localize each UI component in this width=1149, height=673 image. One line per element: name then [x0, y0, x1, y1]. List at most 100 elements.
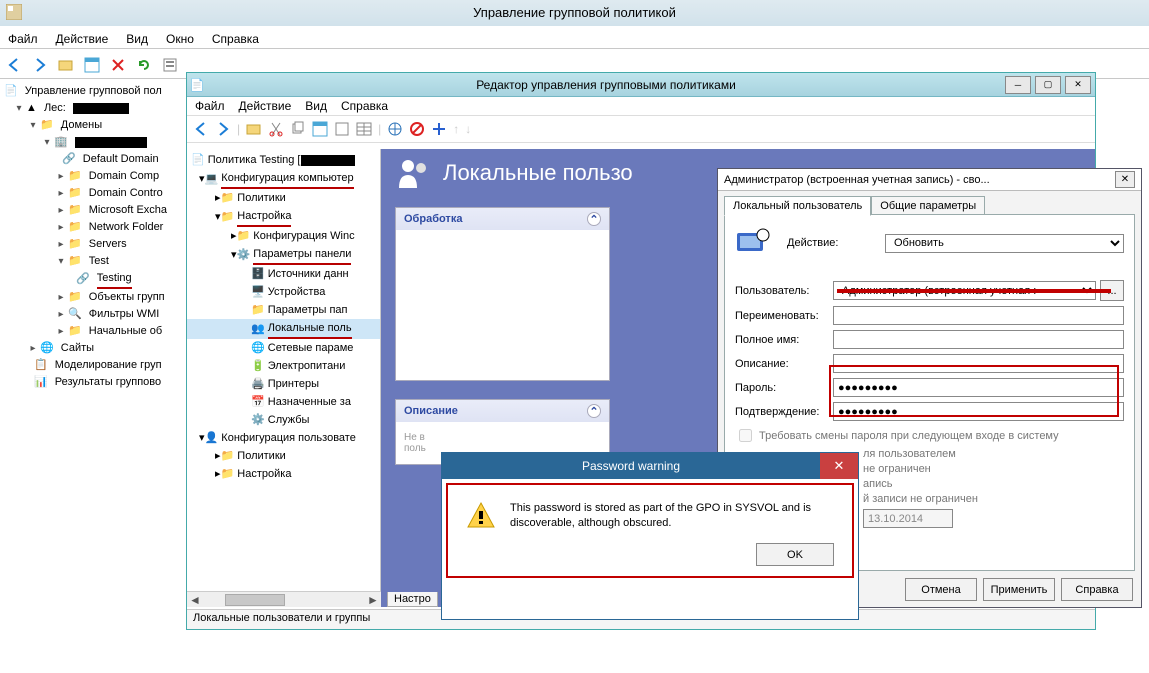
- tree-item[interactable]: Domain Contro: [89, 185, 163, 202]
- tree-item[interactable]: Servers: [89, 236, 127, 253]
- tree-item[interactable]: Начальные об: [89, 323, 162, 340]
- rename-label: Переименовать:: [735, 310, 833, 322]
- user-policies-node[interactable]: Политики: [237, 447, 286, 465]
- bottom-tab[interactable]: Настро: [387, 592, 438, 607]
- datasources-node[interactable]: Источники данн: [268, 265, 349, 283]
- win-conf-node[interactable]: Конфигурация Winc: [253, 227, 354, 245]
- scroll-right-icon[interactable]: ►: [365, 593, 381, 607]
- close-button[interactable]: ✕: [820, 453, 858, 479]
- devices-node[interactable]: Устройства: [268, 283, 326, 301]
- tree-item[interactable]: Domain Comp: [89, 168, 159, 185]
- confirm-password-input[interactable]: [833, 402, 1124, 421]
- assigned-node[interactable]: Назначенные за: [268, 393, 351, 411]
- tree-item[interactable]: Microsoft Excha: [89, 202, 167, 219]
- tree-item[interactable]: Объекты групп: [89, 289, 165, 306]
- cancel-button[interactable]: Отмена: [905, 578, 977, 601]
- gp-menubar[interactable]: Файл Действие Вид Справка: [187, 97, 1095, 115]
- user-settings-node[interactable]: Настройка: [237, 465, 291, 483]
- window-icon[interactable]: [82, 55, 102, 75]
- gpm-tree[interactable]: 📄 Управление групповой пол ▾▲ Лес: ▾📁 До…: [4, 83, 182, 643]
- apply-button[interactable]: Применить: [983, 578, 1055, 601]
- gp-menu-action[interactable]: Действие: [239, 99, 292, 113]
- folder-new-icon[interactable]: [56, 55, 76, 75]
- properties-icon[interactable]: [160, 55, 180, 75]
- close-button[interactable]: ✕: [1115, 171, 1135, 188]
- cut-icon[interactable]: [268, 121, 284, 137]
- menu-file[interactable]: Файл: [6, 30, 40, 48]
- menu-view[interactable]: Вид: [124, 30, 150, 48]
- tree-item-test[interactable]: Test: [89, 253, 109, 270]
- folder-params-node[interactable]: Параметры пап: [268, 301, 348, 319]
- gp-menu-help[interactable]: Справка: [341, 99, 388, 113]
- tree-item[interactable]: Default Domain: [83, 151, 159, 168]
- user-select[interactable]: Администратор (встроенная учетная :: [833, 281, 1096, 300]
- policy-root[interactable]: Политика Testing [: [208, 151, 301, 169]
- sites-icon: 🌐: [40, 340, 54, 357]
- forest-node[interactable]: Лес:: [44, 100, 66, 117]
- help-button[interactable]: Справка: [1061, 578, 1133, 601]
- control-panel-node[interactable]: Параметры панели: [253, 245, 351, 265]
- ok-button[interactable]: OK: [756, 543, 834, 566]
- menu-action[interactable]: Действие: [54, 30, 111, 48]
- tree-h-scrollbar[interactable]: ◄ ►: [187, 591, 381, 607]
- copy-icon[interactable]: [290, 121, 306, 137]
- ou-icon: 📁: [68, 219, 82, 236]
- tab-common[interactable]: Общие параметры: [871, 196, 985, 216]
- collapse-icon[interactable]: ⌃: [587, 212, 601, 226]
- scroll-left-icon[interactable]: ◄: [187, 593, 203, 607]
- refresh-icon[interactable]: [134, 55, 154, 75]
- up-arrow-icon: ↑: [453, 122, 459, 136]
- minimize-button[interactable]: ─: [1005, 76, 1031, 94]
- action-select[interactable]: Обновить: [885, 234, 1124, 253]
- gp-menu-view[interactable]: Вид: [305, 99, 327, 113]
- power-node[interactable]: Электропитани: [268, 357, 346, 375]
- password-input[interactable]: [833, 378, 1124, 397]
- gp-menu-file[interactable]: Файл: [195, 99, 225, 113]
- local-users-node[interactable]: Локальные поль: [268, 319, 352, 339]
- modeling-node[interactable]: Моделирование груп: [55, 357, 162, 374]
- close-button[interactable]: ✕: [1065, 76, 1091, 94]
- menu-help[interactable]: Справка: [210, 30, 261, 48]
- filter-icon: 🔍: [68, 306, 82, 323]
- settings-node[interactable]: Настройка: [237, 207, 291, 227]
- forward-icon[interactable]: [30, 55, 50, 75]
- tree-root[interactable]: Управление групповой пол: [25, 83, 162, 100]
- tree-item-testing[interactable]: Testing: [97, 270, 132, 289]
- scroll-thumb[interactable]: [225, 594, 285, 606]
- props-box-icon[interactable]: [312, 121, 328, 137]
- back-icon[interactable]: [193, 121, 209, 137]
- chk-label-partial: апись: [863, 478, 892, 490]
- rename-input[interactable]: [833, 306, 1124, 325]
- printers-node[interactable]: Принтеры: [268, 375, 319, 393]
- tab-local-user[interactable]: Локальный пользователь: [724, 196, 871, 216]
- main-menubar[interactable]: Файл Действие Вид Окно Справка: [6, 30, 261, 48]
- stop-icon[interactable]: [409, 121, 425, 137]
- folder-icon[interactable]: [246, 121, 262, 137]
- tree-item[interactable]: Фильтры WMI: [89, 306, 160, 323]
- maximize-button[interactable]: ▢: [1035, 76, 1061, 94]
- gp-tree[interactable]: 📄 Политика Testing [ ▾💻 Конфигурация ком…: [187, 149, 381, 607]
- policies-node[interactable]: Политики: [237, 189, 286, 207]
- back-icon[interactable]: [4, 55, 24, 75]
- computer-config-node[interactable]: Конфигурация компьютер: [221, 169, 353, 189]
- table-icon[interactable]: [356, 121, 372, 137]
- sites-node[interactable]: Сайты: [61, 340, 94, 357]
- add-icon[interactable]: [431, 121, 447, 137]
- delete-x-icon[interactable]: [108, 55, 128, 75]
- tree-item[interactable]: Network Folder: [89, 219, 164, 236]
- globe-icon[interactable]: [387, 121, 403, 137]
- results-node[interactable]: Результаты группово: [55, 374, 161, 391]
- desc-input[interactable]: [833, 354, 1124, 373]
- services-node[interactable]: Службы: [268, 411, 310, 429]
- desc-text: Не в: [404, 432, 425, 443]
- forward-icon[interactable]: [215, 121, 231, 137]
- net-params-node[interactable]: Сетевые параме: [268, 339, 354, 357]
- menu-window[interactable]: Окно: [164, 30, 196, 48]
- fullname-input[interactable]: [833, 330, 1124, 349]
- user-config-node[interactable]: Конфигурация пользовате: [221, 429, 356, 447]
- browse-user-button[interactable]: ...: [1100, 280, 1124, 301]
- properties-icon[interactable]: [334, 121, 350, 137]
- chk-label-partial: ля пользователем: [863, 448, 956, 460]
- collapse-icon[interactable]: ⌃: [587, 404, 601, 418]
- domains-node[interactable]: Домены: [61, 117, 102, 134]
